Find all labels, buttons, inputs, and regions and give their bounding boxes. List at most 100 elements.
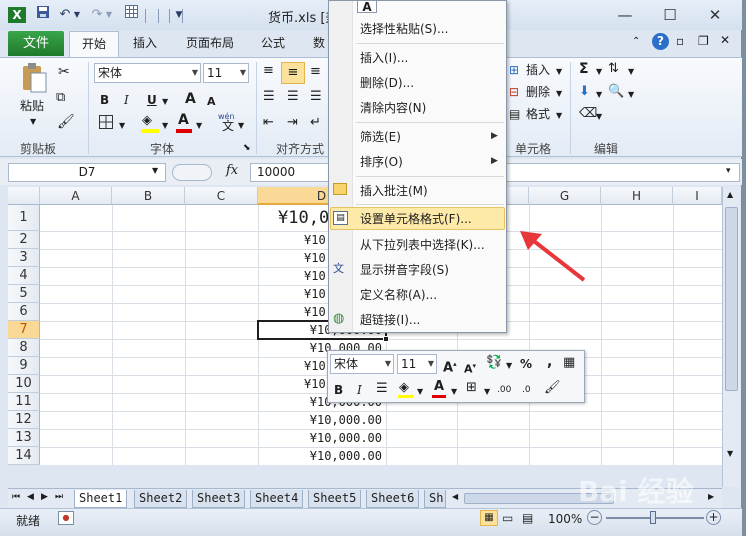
menu-item-insert-comment[interactable]: 插入批注(M) [360,183,428,199]
phonetic-dropdown-icon[interactable]: ▼ [238,118,244,134]
row-header[interactable]: 10 [8,375,40,393]
row-header[interactable]: 6 [8,303,40,321]
sort-filter-icon[interactable]: ⇅ [608,61,619,77]
sheet-tab-sheet4[interactable]: Sheet4 [250,490,304,508]
menu-item-sort[interactable]: 排序(O) [360,154,403,170]
scroll-thumb[interactable] [725,207,738,391]
expand-formula-bar-icon[interactable]: ▾ [726,166,731,176]
row-header[interactable]: 1 [8,205,40,231]
last-sheet-icon[interactable]: ⏭ [55,492,63,502]
mini-comma-button[interactable]: , [547,354,552,370]
next-sheet-icon[interactable]: ▶ [41,492,48,502]
column-header-c[interactable]: C [185,187,258,205]
font-color-dropdown-icon[interactable]: ▼ [196,118,202,134]
mini-font-combo[interactable]: 宋体 ▼ [330,354,394,374]
column-header-i[interactable]: I [673,187,722,205]
autosum-button[interactable]: Σ [579,61,589,77]
tab-file[interactable]: 文件 [8,31,64,56]
format-dropdown-icon[interactable]: ▼ [556,108,562,124]
mini-border-dropdown-icon[interactable]: ▼ [484,384,490,400]
macro-record-icon[interactable]: ● [58,511,74,525]
customize-qat-icon[interactable]: ▼ [174,5,184,25]
select-all-corner[interactable] [8,187,40,205]
fill-dropdown-icon[interactable]: ▼ [596,87,602,103]
formula-bar-splitter[interactable] [172,164,212,181]
row-header[interactable]: 5 [8,285,40,303]
close-workbook-icon[interactable]: ✕ [720,33,730,47]
menu-item-paste-special[interactable]: 选择性粘贴(S)... [360,21,448,37]
autosum-dropdown-icon[interactable]: ▼ [596,64,602,80]
spreadsheet-icon[interactable] [124,5,138,25]
mini-font-color-dropdown-icon[interactable]: ▼ [451,384,457,400]
mini-shrink-font-icon[interactable]: A▾ [464,358,476,378]
row-header[interactable]: 3 [8,249,40,267]
paste-dropdown-icon[interactable]: ▼ [30,114,36,130]
scroll-up-icon[interactable]: ▲ [727,190,733,199]
mini-fill-dropdown-icon[interactable]: ▼ [417,384,423,400]
align-bottom-icon[interactable]: ≡ [310,64,321,80]
menu-item-format-cells[interactable]: 设置单元格格式(F)... [360,211,472,227]
underline-button[interactable]: U [147,92,157,108]
sheet-tab-overflow[interactable]: Sh [424,490,446,508]
sheet-tab-sheet6[interactable]: Sheet6 [366,490,420,508]
clear-icon[interactable]: ⌫ [579,106,597,122]
fill-dropdown-icon[interactable]: ▼ [162,118,168,134]
format-cells-button[interactable]: 格式 [526,106,550,122]
scroll-left-icon[interactable]: ◀ [452,492,458,501]
row-header[interactable]: 11 [8,393,40,411]
page-layout-view-icon[interactable]: ▭ [502,511,513,525]
cut-icon[interactable]: ✂ [58,64,70,80]
mini-border-icon[interactable]: ⊞ [466,380,477,396]
tab-page-layout[interactable]: 页面布局 [186,34,234,52]
decrease-indent-icon[interactable]: ⇤ [263,115,274,131]
vertical-scrollbar[interactable]: ▲ ▼ [722,187,740,487]
maximize-icon[interactable]: ☐ [655,4,685,26]
name-box[interactable]: D7 [8,163,166,182]
mini-fill-color-icon[interactable]: ◈ [399,380,409,396]
clear-dropdown-icon[interactable]: ▼ [596,109,602,125]
scroll-right-icon[interactable]: ▶ [708,492,714,501]
row-header[interactable]: 8 [8,339,40,357]
cell-d14[interactable]: ¥10,000.00 [258,447,386,465]
shrink-font-button[interactable]: A [207,94,216,110]
insert-dropdown-icon[interactable]: ▼ [556,64,562,80]
copy-icon[interactable]: ⧉ [56,90,65,106]
zoom-level[interactable]: 100% [548,512,582,526]
mini-align-center-icon[interactable]: ☰ [376,381,388,397]
menu-item-delete[interactable]: 删除(D)... [360,75,414,91]
sort-dropdown-icon[interactable]: ▼ [628,64,634,80]
first-sheet-icon[interactable]: ⏮ [12,492,20,502]
find-select-icon[interactable]: 🔍 [608,84,624,100]
mini-italic-button[interactable]: I [357,382,362,398]
tab-home[interactable]: 开始 [69,31,119,58]
insert-function-button[interactable]: fx [226,163,238,178]
row-header[interactable]: 2 [8,231,40,249]
delete-cells-icon[interactable]: ⊟ [509,84,519,100]
column-header-h[interactable]: H [601,187,673,205]
grow-font-button[interactable]: A [185,91,196,107]
restore-window-icon[interactable]: ▫ [676,34,684,48]
row-header[interactable]: 9 [8,357,40,375]
page-break-view-icon[interactable]: ▤ [522,511,533,525]
border-button[interactable] [99,115,113,133]
menu-item-define-name[interactable]: 定义名称(A)... [360,287,437,303]
menu-item-clear-contents[interactable]: 清除内容(N) [360,100,426,116]
fill-color-icon[interactable]: ◈ [142,113,152,129]
format-cells-icon[interactable]: ▤ [509,106,520,122]
column-header-g[interactable]: G [529,187,601,205]
chevron-down-icon[interactable]: ▼ [428,355,434,373]
row-header[interactable]: 14 [8,447,40,465]
paste-icon[interactable] [20,62,48,94]
redo-dropdown-icon[interactable]: ▼ [105,5,113,25]
mini-format-table-icon[interactable]: ▦ [563,355,575,371]
mini-increase-decimal-button[interactable]: .00 [497,382,511,398]
help-icon[interactable]: ? [652,33,669,50]
format-painter-icon[interactable]: 🖌 [57,114,75,130]
column-header-a[interactable]: A [40,187,112,205]
increase-indent-icon[interactable]: ⇥ [287,115,298,131]
sheet-tab-sheet3[interactable]: Sheet3 [192,490,246,508]
row-header[interactable]: 12 [8,411,40,429]
chevron-down-icon[interactable]: ▼ [192,64,198,82]
menu-item-pick-from-list[interactable]: 从下拉列表中选择(K)... [360,237,485,253]
mini-size-combo[interactable]: 11 ▼ [397,354,437,374]
